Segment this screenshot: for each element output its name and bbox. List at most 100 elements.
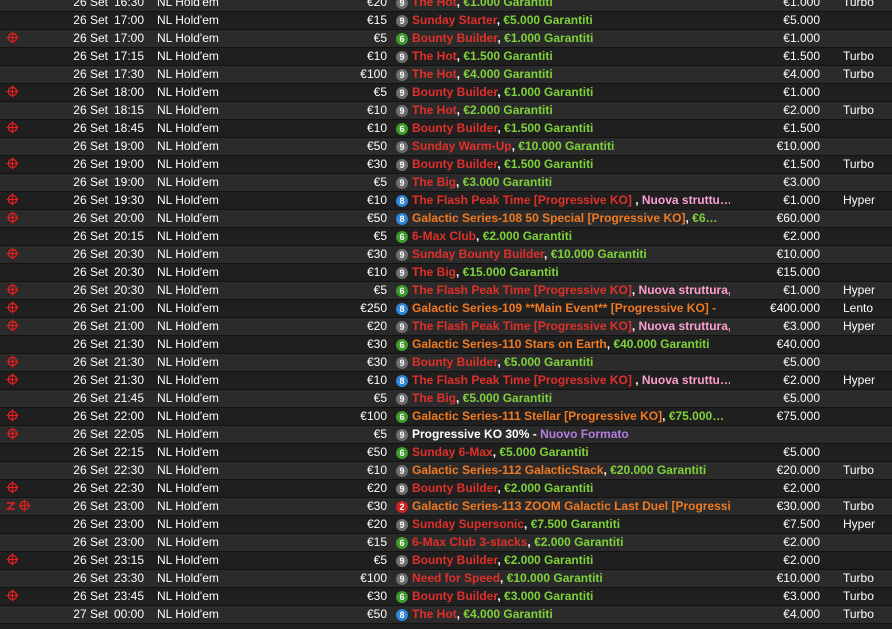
start-time: 21:00 xyxy=(114,319,145,333)
table-size-badge: 9 xyxy=(396,249,408,261)
tournament-row[interactable]: 26 Set 23:00 NL Hold'em €30 2 Galactic Series… xyxy=(0,498,892,516)
buy-in: €50 xyxy=(366,211,387,225)
tournament-name[interactable]: Bounty Builder, €1.500 Garantiti xyxy=(412,120,730,137)
tournament-row[interactable]: 26 Set 19:00 NL Hold'em €50 9 Sunday Warm-Up,… xyxy=(0,138,892,156)
tournament-name[interactable]: Bounty Builder, €1.000 Garantiti xyxy=(412,30,730,47)
buy-in: €10 xyxy=(366,49,387,63)
tournament-row[interactable]: 26 Set 23:45 NL Hold'em €30 6 Bounty Builder,… xyxy=(0,588,892,606)
tournament-row[interactable]: 26 Set 22:30 NL Hold'em €10 9 Galactic Series… xyxy=(0,462,892,480)
tournament-name[interactable]: 6-Max Club 3-stacks, €2.000 Garantiti xyxy=(412,534,730,551)
row-icons xyxy=(6,300,46,317)
table-size-badge: 9 xyxy=(396,105,408,117)
tournament-name[interactable]: Sunday Warm-Up, €10.000 Garantiti xyxy=(412,138,730,155)
tournament-name[interactable]: Galactic Series-111 Stellar [Progressive… xyxy=(412,408,730,425)
tournament-row[interactable]: 26 Set 19:00 NL Hold'em €30 9 Bounty Builder,… xyxy=(0,156,892,174)
tournament-row[interactable]: 26 Set 17:30 NL Hold'em €100 9 The Hot, €4.00… xyxy=(0,66,892,84)
tournament-name[interactable]: The Hot, €4.000 Garantiti xyxy=(412,66,730,83)
tournament-row[interactable]: 26 Set 21:30 NL Hold'em €10 8 The Flash Peak … xyxy=(0,372,892,390)
tournament-row[interactable]: 26 Set 20:30 NL Hold'em €5 6 The Flash Peak T… xyxy=(0,282,892,300)
tournament-name[interactable]: The Big, €5.000 Garantiti xyxy=(412,390,730,407)
tournament-row[interactable]: 26 Set 19:30 NL Hold'em €10 8 The Flash Peak … xyxy=(0,192,892,210)
tournament-row[interactable]: 26 Set 23:15 NL Hold'em €5 9 Bounty Builder, … xyxy=(0,552,892,570)
tournament-name[interactable]: The Flash Peak Time [Progressive KO] , N… xyxy=(412,192,730,209)
tournament-name[interactable]: Bounty Builder, €3.000 Garantiti xyxy=(412,588,730,605)
buy-in: €5 xyxy=(373,85,387,99)
tournament-row[interactable]: 26 Set 18:00 NL Hold'em €5 9 Bounty Builder, … xyxy=(0,84,892,102)
row-icons xyxy=(6,66,46,83)
tournament-name[interactable]: Progressive KO 30% - Nuovo Formato xyxy=(412,426,730,443)
tournament-row[interactable]: 26 Set 17:00 NL Hold'em €15 9 Sunday Starter,… xyxy=(0,12,892,30)
tournament-name[interactable]: Sunday Bounty Builder, €10.000 Garantiti xyxy=(412,246,730,263)
tournament-row[interactable]: 26 Set 23:30 NL Hold'em €100 9 Need for Speed… xyxy=(0,570,892,588)
tournament-row[interactable]: 26 Set 21:00 NL Hold'em €250 8 Galactic Serie… xyxy=(0,300,892,318)
tournament-name[interactable]: The Big, €15.000 Garantiti xyxy=(412,264,730,281)
tournament-name[interactable]: 6-Max Club, €2.000 Garantiti xyxy=(412,228,730,245)
tournament-name[interactable]: Sunday 6-Max, €5.000 Garantiti xyxy=(412,444,730,461)
name-segment: The Big xyxy=(412,391,456,405)
tournament-name[interactable]: The Hot, €1.000 Garantiti xyxy=(412,0,730,11)
speed-label: Turbo xyxy=(843,49,874,63)
tournament-name[interactable]: Galactic Series-108 50 Special [Progress… xyxy=(412,210,730,227)
game-type: NL Hold'em xyxy=(157,391,219,405)
tournament-row[interactable]: 26 Set 21:45 NL Hold'em €5 9 The Big, €5.000 … xyxy=(0,390,892,408)
tournament-row[interactable]: 26 Set 21:30 NL Hold'em €30 9 Bounty Builder,… xyxy=(0,354,892,372)
tournament-name[interactable]: The Big, €3.000 Garantiti xyxy=(412,174,730,191)
buy-in: €30 xyxy=(366,589,387,603)
start-date: 27 Set xyxy=(73,607,108,621)
name-segment: , xyxy=(497,31,505,45)
name-segment: Nuova struttura, xyxy=(638,283,730,297)
buy-in: €30 xyxy=(366,355,387,369)
tournament-row[interactable]: 26 Set 22:05 NL Hold'em €5 9 Progressive KO 3… xyxy=(0,426,892,444)
tournament-row[interactable]: 26 Set 17:15 NL Hold'em €10 9 The Hot, €1.500… xyxy=(0,48,892,66)
game-type: NL Hold'em xyxy=(157,517,219,531)
tournament-row[interactable]: 26 Set 23:00 NL Hold'em €20 9 Sunday Superson… xyxy=(0,516,892,534)
start-date: 26 Set xyxy=(73,589,108,603)
tournament-row[interactable]: 26 Set 22:00 NL Hold'em €100 6 Galactic Serie… xyxy=(0,408,892,426)
table-size-badge: 9 xyxy=(396,177,408,189)
name-segment: Bounty Builder xyxy=(412,589,498,603)
tournament-row[interactable]: 26 Set 16:30 NL Hold'em €20 9 The Hot, €1.000… xyxy=(0,0,892,12)
tournament-row[interactable]: 26 Set 18:45 NL Hold'em €10 6 Bounty Builder,… xyxy=(0,120,892,138)
tournament-name[interactable]: The Hot, €4.000 Garantiti xyxy=(412,606,730,623)
tournament-row[interactable]: 26 Set 21:30 NL Hold'em €30 6 Galactic Series… xyxy=(0,336,892,354)
tournament-name[interactable]: Galactic Series-110 Stars on Earth, €40.… xyxy=(412,336,730,353)
tournament-name[interactable]: Bounty Builder, €5.000 Garantiti xyxy=(412,354,730,371)
guaranteed-prize xyxy=(730,426,820,443)
tournament-row[interactable]: 26 Set 23:00 NL Hold'em €15 6 6-Max Club 3-st… xyxy=(0,534,892,552)
tournament-row[interactable]: 26 Set 21:00 NL Hold'em €20 9 The Flash Peak … xyxy=(0,318,892,336)
tournament-row[interactable]: 26 Set 18:15 NL Hold'em €10 9 The Hot, €2.000… xyxy=(0,102,892,120)
row-icons xyxy=(6,606,46,623)
tournament-name[interactable]: Sunday Starter, €5.000 Garantiti xyxy=(412,12,730,29)
tournament-name[interactable]: Bounty Builder, €1.000 Garantiti xyxy=(412,84,730,101)
tournament-name[interactable]: Bounty Builder, €2.000 Garantiti xyxy=(412,552,730,569)
tournament-row[interactable]: 26 Set 20:15 NL Hold'em €5 6 6-Max Club, €2.0… xyxy=(0,228,892,246)
row-icons xyxy=(6,318,46,335)
bounty-target-icon xyxy=(6,193,19,206)
row-icons xyxy=(6,30,46,47)
tournament-name[interactable]: Sunday Supersonic, €7.500 Garantiti xyxy=(412,516,730,533)
tournament-name[interactable]: The Hot, €1.500 Garantiti xyxy=(412,48,730,65)
tournament-name[interactable]: The Flash Peak Time [Progressive KO] , N… xyxy=(412,372,730,389)
tournament-row[interactable]: 26 Set 17:00 NL Hold'em €5 6 Bounty Builder, … xyxy=(0,30,892,48)
tournament-row[interactable]: 26 Set 22:30 NL Hold'em €20 9 Bounty Builder,… xyxy=(0,480,892,498)
tournament-row[interactable]: 26 Set 19:00 NL Hold'em €5 9 The Big, €3.000 … xyxy=(0,174,892,192)
tournament-name[interactable]: The Flash Peak Time [Progressive KO], Nu… xyxy=(412,282,730,299)
tournament-name[interactable]: The Flash Peak Time [Progressive KO], Nu… xyxy=(412,318,730,335)
tournament-name[interactable]: Galactic Series-112 GalacticStack, €20.0… xyxy=(412,462,730,479)
tournament-name[interactable]: Bounty Builder, €2.000 Garantiti xyxy=(412,480,730,497)
tournament-row[interactable]: 26 Set 20:00 NL Hold'em €50 8 Galactic Series… xyxy=(0,210,892,228)
row-icons xyxy=(6,138,46,155)
table-size-badge: 9 xyxy=(396,429,408,441)
tournament-row[interactable]: 26 Set 20:30 NL Hold'em €10 9 The Big, €15.00… xyxy=(0,264,892,282)
tournament-name[interactable]: Galactic Series-109 **Main Event** [Prog… xyxy=(412,300,730,317)
tournament-name[interactable]: The Hot, €2.000 Garantiti xyxy=(412,102,730,119)
row-icons xyxy=(6,498,46,515)
tournament-row[interactable]: 27 Set 00:00 NL Hold'em €50 8 The Hot, €4.000… xyxy=(0,606,892,624)
tournament-name[interactable]: Galactic Series-113 ZOOM Galactic Last D… xyxy=(412,498,730,515)
tournament-name[interactable]: Bounty Builder, €1.500 Garantiti xyxy=(412,156,730,173)
game-type: NL Hold'em xyxy=(157,589,219,603)
bounty-target-icon xyxy=(6,553,19,566)
tournament-name[interactable]: Need for Speed, €10.000 Garantiti xyxy=(412,570,730,587)
tournament-row[interactable]: 26 Set 20:30 NL Hold'em €30 9 Sunday Bounty B… xyxy=(0,246,892,264)
tournament-row[interactable]: 26 Set 22:15 NL Hold'em €50 6 Sunday 6-Max, €… xyxy=(0,444,892,462)
